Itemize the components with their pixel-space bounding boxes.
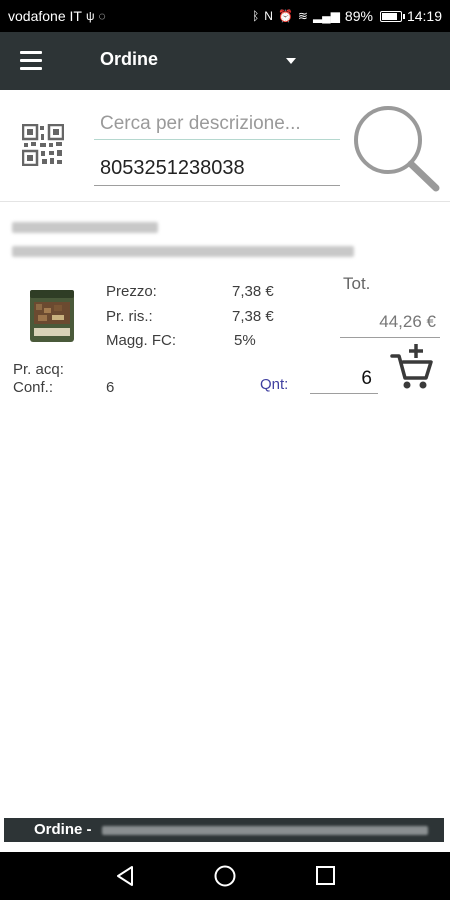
barcode-field[interactable] <box>94 152 340 186</box>
product-card[interactable]: Prezzo: 7,38 € Pr. ris.: 7,38 € Magg. FC… <box>0 202 450 422</box>
markup-value: 5% <box>234 332 256 349</box>
pack-label: Conf.: <box>13 379 54 396</box>
battery-percent: 89% <box>344 8 373 24</box>
add-to-cart-icon[interactable] <box>390 342 434 390</box>
status-bar: vodafone IT ψ ◌ ᛒ N ⏰ ≋ ▂▄▆ 89% 14:19 <box>0 0 450 32</box>
purchase-price-label: Pr. acq: <box>13 361 64 378</box>
home-icon[interactable] <box>212 864 238 888</box>
menu-icon[interactable] <box>20 51 42 71</box>
clock: 14:19 <box>406 8 442 24</box>
price-value: 7,38 € <box>232 283 274 300</box>
carrier-label: vodafone IT <box>8 8 82 24</box>
total-value: 44,26 € <box>340 306 440 338</box>
status-left: vodafone IT ψ ◌ <box>8 8 106 24</box>
order-footer-bar[interactable]: Ordine - <box>4 818 444 842</box>
pack-value: 6 <box>106 379 115 396</box>
recents-icon[interactable] <box>312 864 338 888</box>
total-label: Tot. <box>343 274 371 293</box>
quantity-field[interactable] <box>310 364 378 394</box>
reserved-price-value: 7,38 € <box>232 308 274 325</box>
signal-icon: ▂▄▆ <box>312 9 340 23</box>
nfc-icon: N <box>264 9 273 23</box>
search-area <box>0 90 450 202</box>
footer-title: Ordine - <box>34 821 92 838</box>
back-icon[interactable] <box>112 864 138 888</box>
reserved-price-label: Pr. ris.: <box>106 308 153 325</box>
whatsapp-icon: ◌ <box>98 9 106 23</box>
product-description-redacted <box>12 246 354 257</box>
app-bar: Ordine <box>0 32 450 90</box>
navigation-bar <box>0 852 450 900</box>
search-input[interactable] <box>94 108 340 140</box>
markup-label: Magg. FC: <box>106 332 177 349</box>
product-code-redacted <box>12 222 158 233</box>
usb-icon: ψ <box>85 9 95 23</box>
status-right: ᛒ N ⏰ ≋ ▂▄▆ 89% 14:19 <box>252 8 442 24</box>
footer-customer-redacted <box>102 826 428 835</box>
wifi-icon: ≋ <box>297 9 308 23</box>
app-title[interactable]: Ordine <box>100 49 158 70</box>
quantity-label: Qnt: <box>260 376 289 393</box>
battery-icon <box>379 10 405 22</box>
alarm-icon: ⏰ <box>277 9 293 23</box>
chevron-down-icon[interactable] <box>286 58 296 64</box>
bluetooth-icon: ᛒ <box>252 9 260 23</box>
product-image[interactable] <box>14 284 98 346</box>
qr-code-icon[interactable] <box>22 124 64 166</box>
search-icon[interactable] <box>350 102 440 194</box>
price-label: Prezzo: <box>106 283 157 300</box>
battery-fill <box>381 12 398 20</box>
